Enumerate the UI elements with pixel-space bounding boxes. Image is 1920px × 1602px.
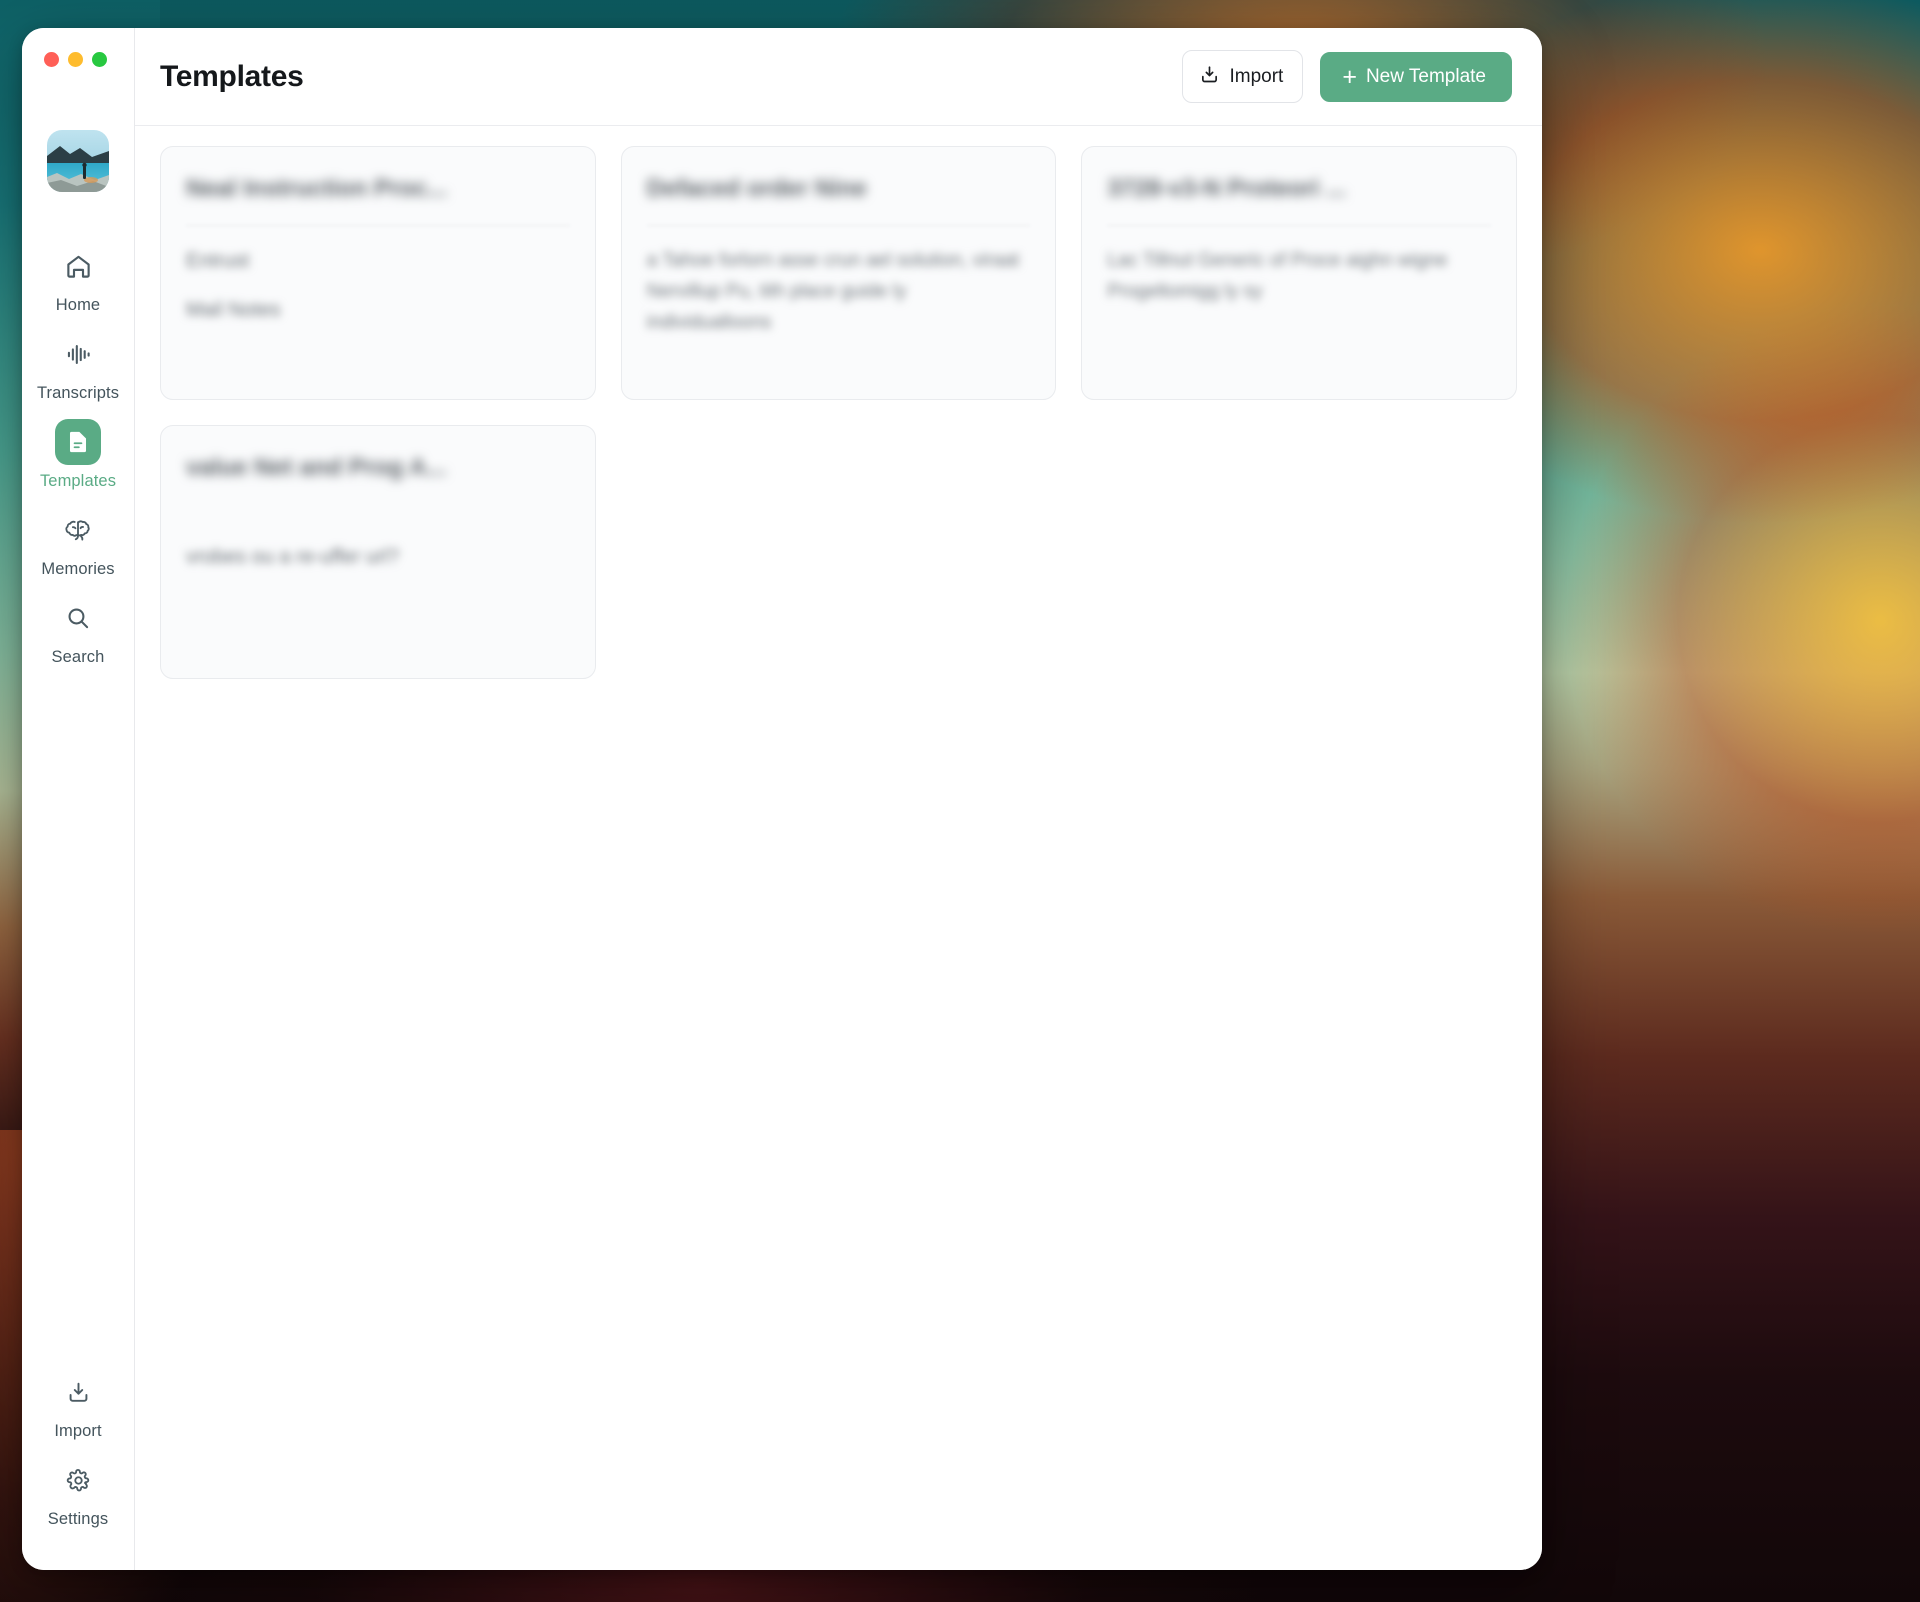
template-card-line: Mail Notes bbox=[186, 299, 281, 322]
download-icon bbox=[55, 1369, 101, 1415]
template-card-title: Defaced order Nine bbox=[646, 175, 867, 202]
close-window-button[interactable] bbox=[44, 51, 59, 67]
sidebar-item-label: Settings bbox=[47, 1510, 109, 1528]
user-avatar[interactable] bbox=[47, 130, 109, 192]
template-card[interactable]: Defaced order Nine a Tahoe forlorn asse … bbox=[620, 146, 1057, 400]
sidebar-primary-nav: Home Transcripts Templates Memories Sear… bbox=[22, 236, 134, 676]
sidebar-item-label: Templates bbox=[39, 472, 117, 490]
download-icon bbox=[1199, 64, 1220, 89]
gear-icon bbox=[55, 1457, 101, 1503]
template-card-line: Entrust bbox=[186, 250, 250, 273]
sidebar-item-search[interactable]: Search bbox=[22, 588, 134, 676]
page-title: Templates bbox=[160, 59, 304, 93]
home-icon bbox=[55, 243, 101, 289]
main-content: Templates Import + New Template Neal Ins… bbox=[135, 28, 1542, 1570]
template-card[interactable]: Neal Instruction Proc... Entrust Mail No… bbox=[160, 146, 596, 400]
sidebar-item-label: Search bbox=[51, 648, 105, 666]
plus-icon: + bbox=[1342, 62, 1357, 91]
search-icon bbox=[55, 595, 101, 641]
waveform-icon bbox=[55, 331, 101, 377]
template-card-body: a Tahoe forlorn asse crun ael solution, … bbox=[646, 250, 1020, 333]
window-traffic-lights bbox=[22, 28, 134, 90]
import-button-label: Import bbox=[1229, 66, 1284, 87]
sidebar-secondary-nav: Import Settings bbox=[22, 1362, 134, 1538]
import-button[interactable]: Import bbox=[1182, 50, 1304, 103]
templates-content: Neal Instruction Proc... Entrust Mail No… bbox=[135, 126, 1542, 1570]
card-divider bbox=[646, 225, 1031, 227]
sidebar-item-label: Home bbox=[55, 296, 101, 314]
new-template-button[interactable]: + New Template bbox=[1320, 51, 1512, 102]
template-card[interactable]: 3728-v3-N Proteori ... Lac Tillnut Gener… bbox=[1081, 146, 1517, 400]
template-card-title: 3728-v3-N Proteori ... bbox=[1107, 175, 1347, 202]
sidebar-item-transcripts[interactable]: Transcripts bbox=[22, 324, 134, 412]
sidebar-item-label: Memories bbox=[41, 560, 115, 578]
template-card-title: Neal Instruction Proc... bbox=[186, 175, 448, 202]
header-actions: Import + New Template bbox=[1182, 50, 1512, 103]
minimize-window-button[interactable] bbox=[68, 51, 83, 67]
maximize-window-button[interactable] bbox=[92, 51, 107, 67]
sidebar-item-home[interactable]: Home bbox=[22, 236, 134, 324]
sidebar-item-label: Transcripts bbox=[36, 384, 120, 402]
page-header: Templates Import + New Template bbox=[135, 28, 1542, 126]
card-divider bbox=[186, 225, 570, 227]
template-card-body: Lac Tillnut Generic of Proce aighn wigne… bbox=[1107, 250, 1448, 303]
document-icon bbox=[55, 419, 101, 465]
sidebar: Home Transcripts Templates Memories Sear… bbox=[22, 28, 135, 1570]
app-window: Home Transcripts Templates Memories Sear… bbox=[22, 28, 1542, 1570]
avatar-image bbox=[47, 130, 109, 192]
sidebar-item-label: Import bbox=[54, 1422, 102, 1440]
sidebar-item-import[interactable]: Import bbox=[22, 1362, 134, 1450]
new-template-button-label: New Template bbox=[1365, 66, 1486, 87]
template-card[interactable]: value Net and Prog A... vrobes ou a re-u… bbox=[160, 425, 596, 679]
card-divider bbox=[1107, 225, 1491, 227]
sidebar-item-memories[interactable]: Memories bbox=[22, 500, 134, 588]
brain-icon bbox=[55, 507, 101, 553]
templates-grid: Neal Instruction Proc... Entrust Mail No… bbox=[160, 146, 1517, 679]
sidebar-item-settings[interactable]: Settings bbox=[22, 1450, 134, 1538]
template-card-line: vrobes ou a re-uffer url? bbox=[186, 546, 400, 569]
sidebar-item-templates[interactable]: Templates bbox=[22, 412, 134, 500]
template-card-title: value Net and Prog A... bbox=[186, 454, 447, 481]
desktop-wallpaper: Home Transcripts Templates Memories Sear… bbox=[0, 0, 1920, 1602]
